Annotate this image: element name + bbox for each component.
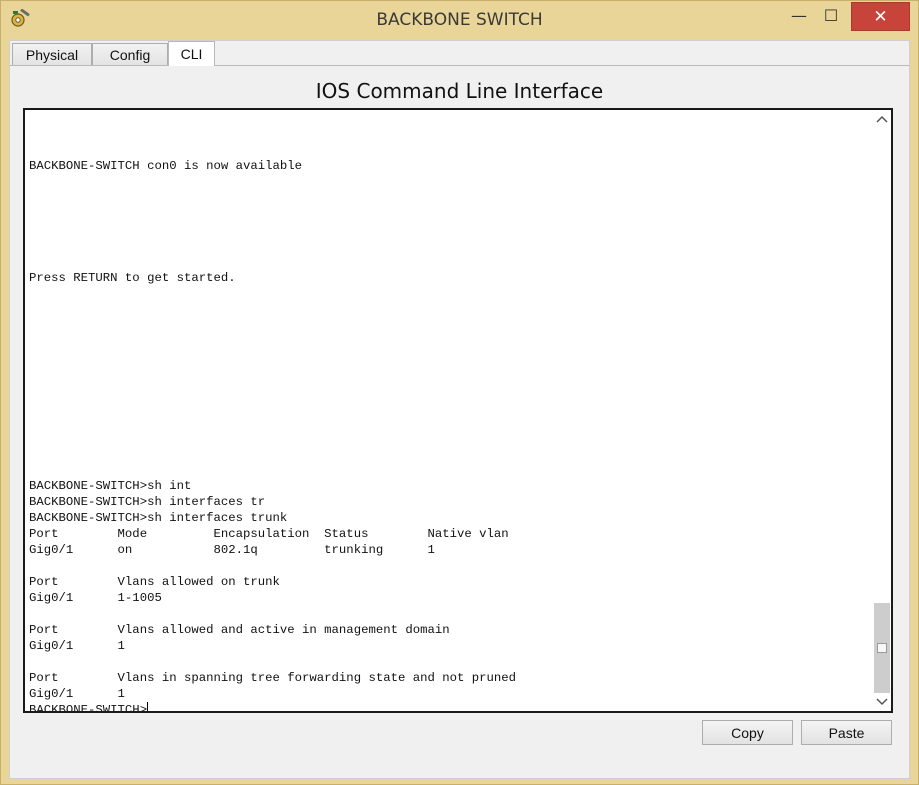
- terminal-output[interactable]: BACKBONE-SWITCH con0 is now available Pre…: [29, 110, 869, 711]
- scroll-thumb[interactable]: [874, 603, 890, 693]
- cli-window: BACKBONE SWITCH — ☐ ✕ Physical Config CL…: [0, 0, 919, 785]
- terminal-line: BACKBONE-SWITCH>: [29, 702, 149, 711]
- terminal-line: Port Vlans allowed on trunk: [29, 575, 280, 589]
- scroll-grip-icon: [877, 643, 887, 653]
- terminal-line: Gig0/1 1: [29, 639, 125, 653]
- terminal-line: Gig0/1 1: [29, 687, 125, 701]
- terminal-line: Port Vlans in spanning tree forwarding s…: [29, 671, 517, 685]
- tab-physical[interactable]: Physical: [12, 43, 92, 65]
- terminal-console[interactable]: BACKBONE-SWITCH con0 is now available Pre…: [23, 108, 893, 713]
- terminal-line: BACKBONE-SWITCH>sh int: [29, 479, 192, 493]
- terminal-line: BACKBONE-SWITCH>sh interfaces tr: [29, 495, 266, 509]
- minimize-button[interactable]: —: [784, 2, 814, 28]
- terminal-line: BACKBONE-SWITCH>sh interfaces trunk: [29, 511, 288, 525]
- terminal-line: Gig0/1 1-1005: [29, 591, 162, 605]
- tab-config[interactable]: Config: [92, 43, 168, 65]
- scroll-up-arrow-icon[interactable]: [873, 110, 891, 128]
- terminal-line: Gig0/1 on 802.1q trunking 1: [29, 543, 435, 557]
- text-cursor: [147, 702, 149, 711]
- terminal-line: Port Vlans allowed and active in managem…: [29, 623, 450, 637]
- scroll-track[interactable]: [874, 128, 890, 693]
- scroll-down-arrow-icon[interactable]: [873, 693, 891, 711]
- window-title: BACKBONE SWITCH: [376, 10, 543, 30]
- maximize-button[interactable]: ☐: [816, 2, 846, 28]
- close-button[interactable]: ✕: [851, 2, 910, 31]
- paste-button[interactable]: Paste: [801, 720, 892, 745]
- terminal-line: BACKBONE-SWITCH con0 is now available: [29, 159, 303, 173]
- terminal-scrollbar[interactable]: [873, 110, 891, 711]
- terminal-line: Press RETURN to get started.: [29, 271, 236, 285]
- terminal-line: Port Mode Encapsulation Status Native vl…: [29, 527, 509, 541]
- title-bar[interactable]: BACKBONE SWITCH — ☐ ✕: [1, 1, 918, 39]
- tab-cli[interactable]: CLI: [168, 41, 215, 66]
- tab-bar: Physical Config CLI: [10, 41, 909, 66]
- cli-heading: IOS Command Line Interface: [315, 79, 604, 103]
- client-area: Physical Config CLI IOS Command Line Int…: [9, 40, 910, 779]
- copy-button[interactable]: Copy: [702, 720, 793, 745]
